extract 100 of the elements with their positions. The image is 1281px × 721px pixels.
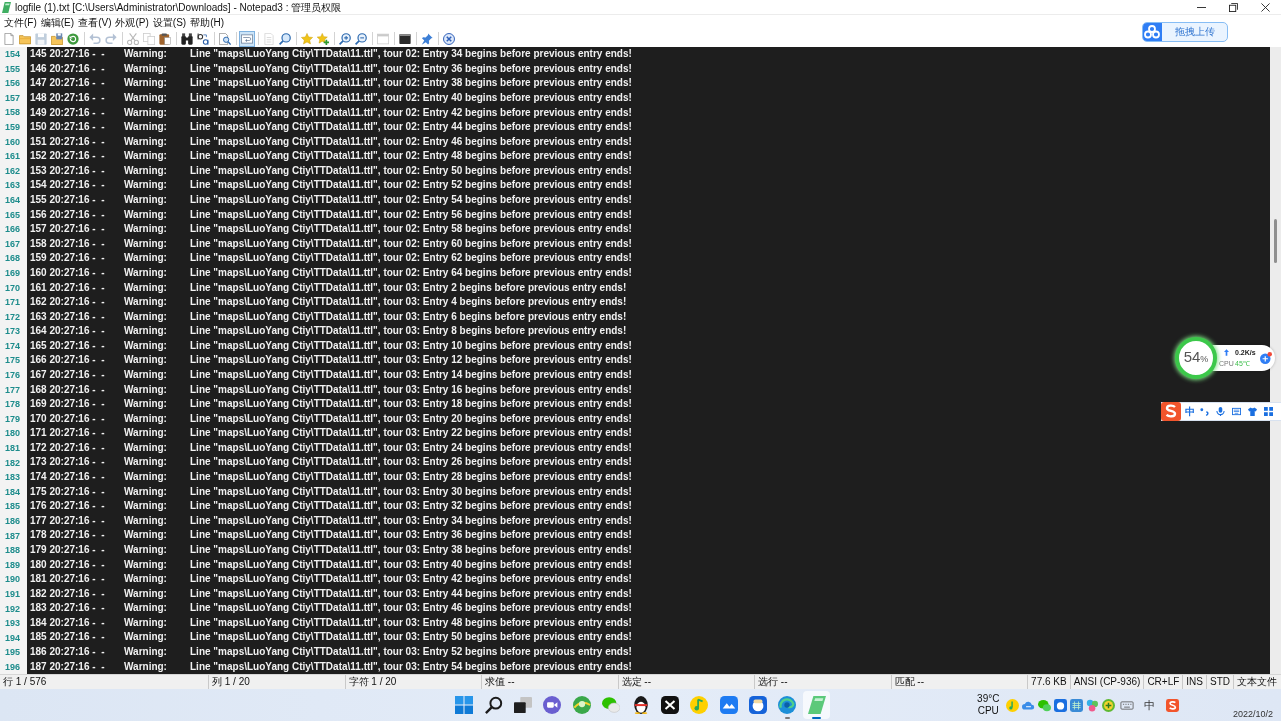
app-tile-icon[interactable] [1053,698,1067,712]
line-number: 189 [4,558,20,572]
menu-item[interactable]: 文件(F) [3,16,38,29]
punctuation-icon[interactable] [1200,407,1209,416]
log-entry-prefix: 181 20:27:16 - - [30,573,105,586]
line-number: 176 [4,369,20,383]
search-button[interactable] [277,30,293,47]
log-message: Line "maps\LuoYang Ctiy\TTData\11.ttl", tour 03: Entry 36 begins before previous entry ends! [190,529,632,542]
line-number: 188 [4,544,20,558]
log-entry-prefix: 155 20:27:16 - - [30,194,105,207]
find-in-page-button[interactable] [217,30,233,47]
log-message: Line "maps\LuoYang Ctiy\TTData\11.ttl", tour 03: Entry 34 begins before previous entry ends! [190,514,632,527]
line-number: 175 [4,354,20,368]
line-number: 162 [4,164,20,178]
upload-button[interactable]: 拖拽上传 [1142,22,1228,42]
new-file-button[interactable] [1,30,17,47]
log-level: Warning: [124,485,167,498]
plus-circle-icon[interactable] [1101,698,1115,712]
keyboard-icon[interactable] [1232,407,1241,416]
log-level: Warning: [124,92,167,104]
log-level: Warning: [124,354,167,367]
log-message: Line "maps\LuoYang Ctiy\TTData\11.ttl", tour 03: Entry 50 begins before previous entry ends! [190,631,632,644]
tray-date[interactable]: 2022/10/2 [1232,709,1273,720]
line-number: 177 [4,383,20,397]
s-logo-icon[interactable] [1161,402,1181,421]
log-level: Warning: [124,48,167,61]
log-entry-prefix: 169 20:27:16 - - [30,398,105,411]
log-level: Warning: [124,121,167,134]
log-entry-prefix: 171 20:27:16 - - [30,427,105,440]
binoculars-icon [181,32,193,45]
line-number: 191 [4,587,20,601]
log-level: Warning: [124,296,167,309]
word-wrap-icon [241,32,253,45]
close-circle-icon [443,32,455,45]
log-message: Line "maps\LuoYang Ctiy\TTData\11.ttl", tour 02: Entry 42 begins before previous entry ends! [190,106,632,119]
log-entry-prefix: 151 20:27:16 - - [30,135,105,148]
log-message: Line "maps\LuoYang Ctiy\TTData\11.ttl", tour 02: Entry 64 begins before previous entry ends! [190,266,632,279]
notepad-icon [2,1,11,13]
add-favorite-button[interactable] [315,30,331,47]
undo-icon [89,32,101,45]
word-wrap-button[interactable] [239,30,255,47]
menu-item[interactable]: 编辑(E) [39,16,76,29]
status-text: 文本文件 [1237,676,1277,688]
up-arrow-icon [1223,349,1229,356]
music-note-icon[interactable] [1005,698,1019,712]
input-mode-indicator[interactable]: 中 [1143,698,1155,712]
close-button[interactable] [441,30,457,47]
save-as-button[interactable] [49,30,65,47]
line-number: 178 [4,398,20,412]
paste-button[interactable] [157,30,173,47]
penguin-icon [631,696,650,714]
log-message: Line "maps\LuoYang Ctiy\TTData\11.ttl", tour 03: Entry 38 begins before previous entry ends! [190,543,632,556]
status-text: 字符 1 / 20 [348,676,397,688]
menu-item[interactable]: 设置(S) [151,16,188,29]
log-message: Line "maps\LuoYang Ctiy\TTData\11.ttl", tour 03: Entry 32 begins before previous entry ends! [190,500,632,513]
vertical-scrollbar[interactable] [1270,47,1281,674]
chat-bubbles-icon[interactable] [1037,698,1051,712]
page-lines-icon [263,32,275,45]
log-message: Line "maps\LuoYang Ctiy\TTData\11.ttl", tour 03: Entry 24 begins before previous entry ends! [190,441,632,454]
log-message: Line "maps\LuoYang Ctiy\TTData\11.ttl", tour 03: Entry 46 begins before previous entry ends! [190,602,632,615]
line-number: 160 [4,135,20,149]
line-number: 187 [4,529,20,543]
microphone-icon[interactable] [1216,407,1225,416]
log-entry-prefix: 177 20:27:16 - - [30,514,105,527]
replace-button[interactable] [195,30,211,47]
s-logo-icon[interactable] [1166,698,1180,712]
log-entry-prefix: 166 20:27:16 - - [30,354,105,367]
find-button[interactable] [179,30,195,47]
menu-item[interactable]: 查看(V) [77,16,113,29]
keyboard-icon[interactable] [1120,698,1135,712]
log-message: Line "maps\LuoYang Ctiy\TTData\11.ttl", tour 03: Entry 42 begins before previous entry ends! [190,573,632,586]
menu-item[interactable]: 帮助(H) [189,16,226,29]
plus-circle-icon[interactable] [1260,352,1272,364]
restore-icon [1228,2,1238,12]
log-level: Warning: [124,558,167,571]
log-message: Line "maps\LuoYang Ctiy\TTData\11.ttl", tour 03: Entry 26 begins before previous entry ends! [190,456,632,469]
log-level: Warning: [124,412,167,425]
line-number: 158 [4,106,20,120]
zoom-out-button[interactable] [353,30,369,47]
log-message: Line "maps\LuoYang Ctiy\TTData\11.ttl", tour 03: Entry 14 begins before previous entry ends! [190,369,632,381]
reload-button[interactable] [65,30,81,47]
log-level: Warning: [124,427,167,440]
log-message: Line "maps\LuoYang Ctiy\TTData\11.ttl", tour 02: Entry 46 begins before previous entry ends! [190,135,632,148]
log-entry-prefix: 148 20:27:16 - - [30,92,105,104]
line-number: 169 [4,266,20,280]
log-level: Warning: [124,383,167,396]
log-level: Warning: [124,310,167,323]
grid-icon[interactable] [1264,407,1273,416]
zoom-in-button[interactable] [337,30,353,47]
status-text: CR+LF [1147,676,1180,688]
input-mode-toggle[interactable]: 中 [1185,405,1195,418]
menu-item[interactable]: 外观(P) [114,16,150,29]
bubbles-icon[interactable] [1085,698,1099,712]
replace-icon [197,32,209,45]
scrollbar-thumb[interactable] [1274,219,1277,263]
running-indicator [784,717,790,719]
log-entry-prefix: 186 20:27:16 - - [30,646,105,658]
shirt-icon[interactable] [1248,407,1257,416]
grid-tile-icon[interactable] [1069,698,1083,712]
star-icon [301,32,313,45]
